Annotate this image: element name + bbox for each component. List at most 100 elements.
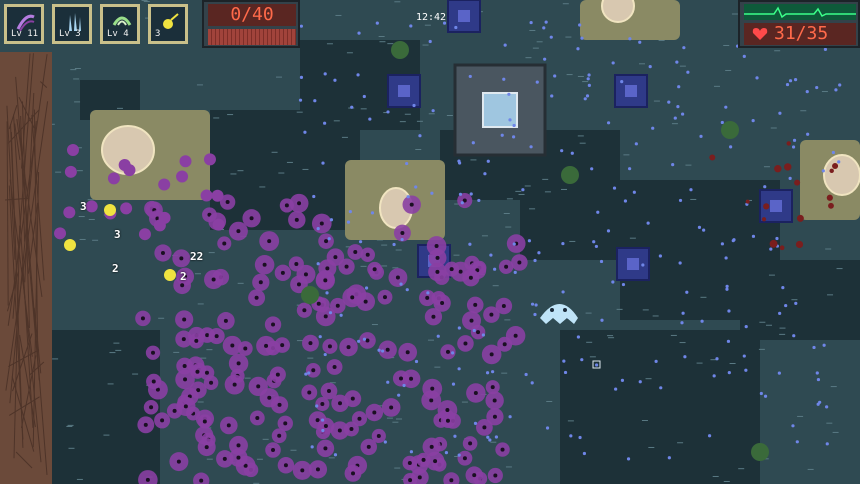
blue-projectile (777, 371, 781, 375)
blue-projectile (328, 311, 333, 315)
blue-projectile (561, 241, 565, 246)
blue-projectile (677, 85, 681, 89)
blue-projectile (428, 39, 432, 44)
game-timer: 12:42 (415, 12, 447, 23)
blue-projectile (364, 286, 369, 290)
enemy-eye (409, 202, 414, 207)
enemy-eye (351, 471, 356, 476)
blue-projectile (529, 20, 533, 25)
enemy-eye (180, 283, 185, 288)
blue-projectile (386, 110, 390, 114)
purple-tentacle-enemy (138, 228, 151, 241)
blue-projectile (769, 247, 773, 251)
blue-projectile (822, 343, 826, 347)
enemy-eye (425, 295, 430, 300)
damage-number: 3 (114, 228, 121, 241)
blue-projectile (821, 169, 825, 173)
blue-projectile (444, 451, 449, 455)
crystal-core (482, 92, 518, 128)
blue-projectile (500, 133, 504, 137)
blue-projectile (383, 440, 387, 444)
enemy-eye (344, 264, 349, 269)
enemy-eye (183, 377, 188, 382)
blue-projectile (686, 70, 690, 74)
blue-projectile (675, 60, 679, 64)
enemy-eye (262, 262, 267, 267)
enemy-eye (324, 239, 329, 244)
enemy-eye (492, 414, 497, 419)
red-splat (709, 154, 716, 161)
enemy-eye (143, 422, 148, 427)
enemy-eye (492, 398, 497, 403)
purple-tentacle-enemy (107, 172, 120, 185)
blue-projectile (346, 220, 351, 224)
blue-projectile (315, 404, 319, 408)
blue-projectile (544, 20, 548, 24)
blue-projectile (329, 218, 334, 222)
blue-projectile (397, 393, 401, 397)
blue-projectile (751, 119, 755, 123)
weapon-slot-3[interactable]: Lv 4 (100, 4, 140, 44)
enemy-eye (316, 301, 321, 306)
enemy-eye (249, 216, 254, 221)
blue-projectile (513, 270, 517, 275)
enemy-eye (209, 380, 214, 385)
purple-tentacle-enemy (200, 189, 213, 202)
blue-projectile (724, 105, 728, 109)
weapon-slot-4[interactable]: 3 (148, 4, 188, 44)
blue-projectile (715, 357, 719, 361)
enemy-eye (243, 346, 248, 351)
blue-projectile (621, 282, 626, 287)
blue-projectile (327, 237, 331, 241)
enemy-eye (160, 250, 165, 255)
blue-projectile (356, 73, 360, 77)
blue-projectile (469, 192, 473, 196)
blue-projectile (576, 47, 580, 51)
enemy-eye (284, 203, 289, 208)
alien-egg (823, 154, 860, 196)
blue-projectile (454, 25, 458, 30)
kill-counter-panel: 0/40 (202, 0, 300, 48)
blue-projectile (303, 130, 307, 134)
enemy-eye (236, 361, 241, 366)
blue-projectile (685, 290, 689, 294)
blue-projectile (667, 100, 671, 104)
blue-projectile (457, 326, 461, 330)
yellow-spark (164, 269, 176, 281)
red-splat (796, 214, 804, 222)
purple-tentacle-enemy (176, 170, 189, 183)
game-world (0, 0, 860, 484)
blue-projectile (402, 383, 406, 388)
blue-projectile (707, 434, 712, 438)
weapon-slot-1[interactable]: Lv 11 (4, 4, 44, 44)
weapon-slot-2[interactable]: Lv 3 (52, 4, 92, 44)
enemy-eye (258, 280, 263, 285)
enemy-eye (325, 266, 330, 271)
blue-projectile (781, 286, 785, 290)
blue-projectile (638, 380, 642, 384)
enemy-eye (445, 349, 450, 354)
yellow-spark (64, 239, 76, 251)
blue-projectile (486, 159, 490, 163)
blue-projectile (471, 141, 475, 145)
blue-projectile (511, 135, 516, 139)
red-splat (763, 203, 770, 210)
blue-projectile (681, 311, 685, 315)
blue-projectile (299, 75, 304, 79)
enemy-eye (489, 352, 494, 357)
enemy-eye (489, 312, 494, 317)
enemy-eye (271, 322, 276, 327)
blue-projectile (673, 116, 677, 120)
damage-number: 2 (112, 262, 119, 275)
game-viewport[interactable]: Lv 11 Lv 3 Lv 4 3 0/40 12:42 31/35 3 3 2… (0, 0, 860, 484)
blue-projectile (725, 287, 729, 291)
blue-projectile (473, 421, 478, 425)
enemy-eye (501, 304, 506, 309)
enemy-eye (222, 241, 227, 246)
blue-projectile (298, 98, 303, 102)
enemy-eye (469, 318, 474, 323)
blue-projectile (729, 145, 733, 149)
blue-projectile (405, 288, 409, 292)
enemy-eye (407, 461, 412, 466)
blue-projectile (587, 83, 591, 88)
